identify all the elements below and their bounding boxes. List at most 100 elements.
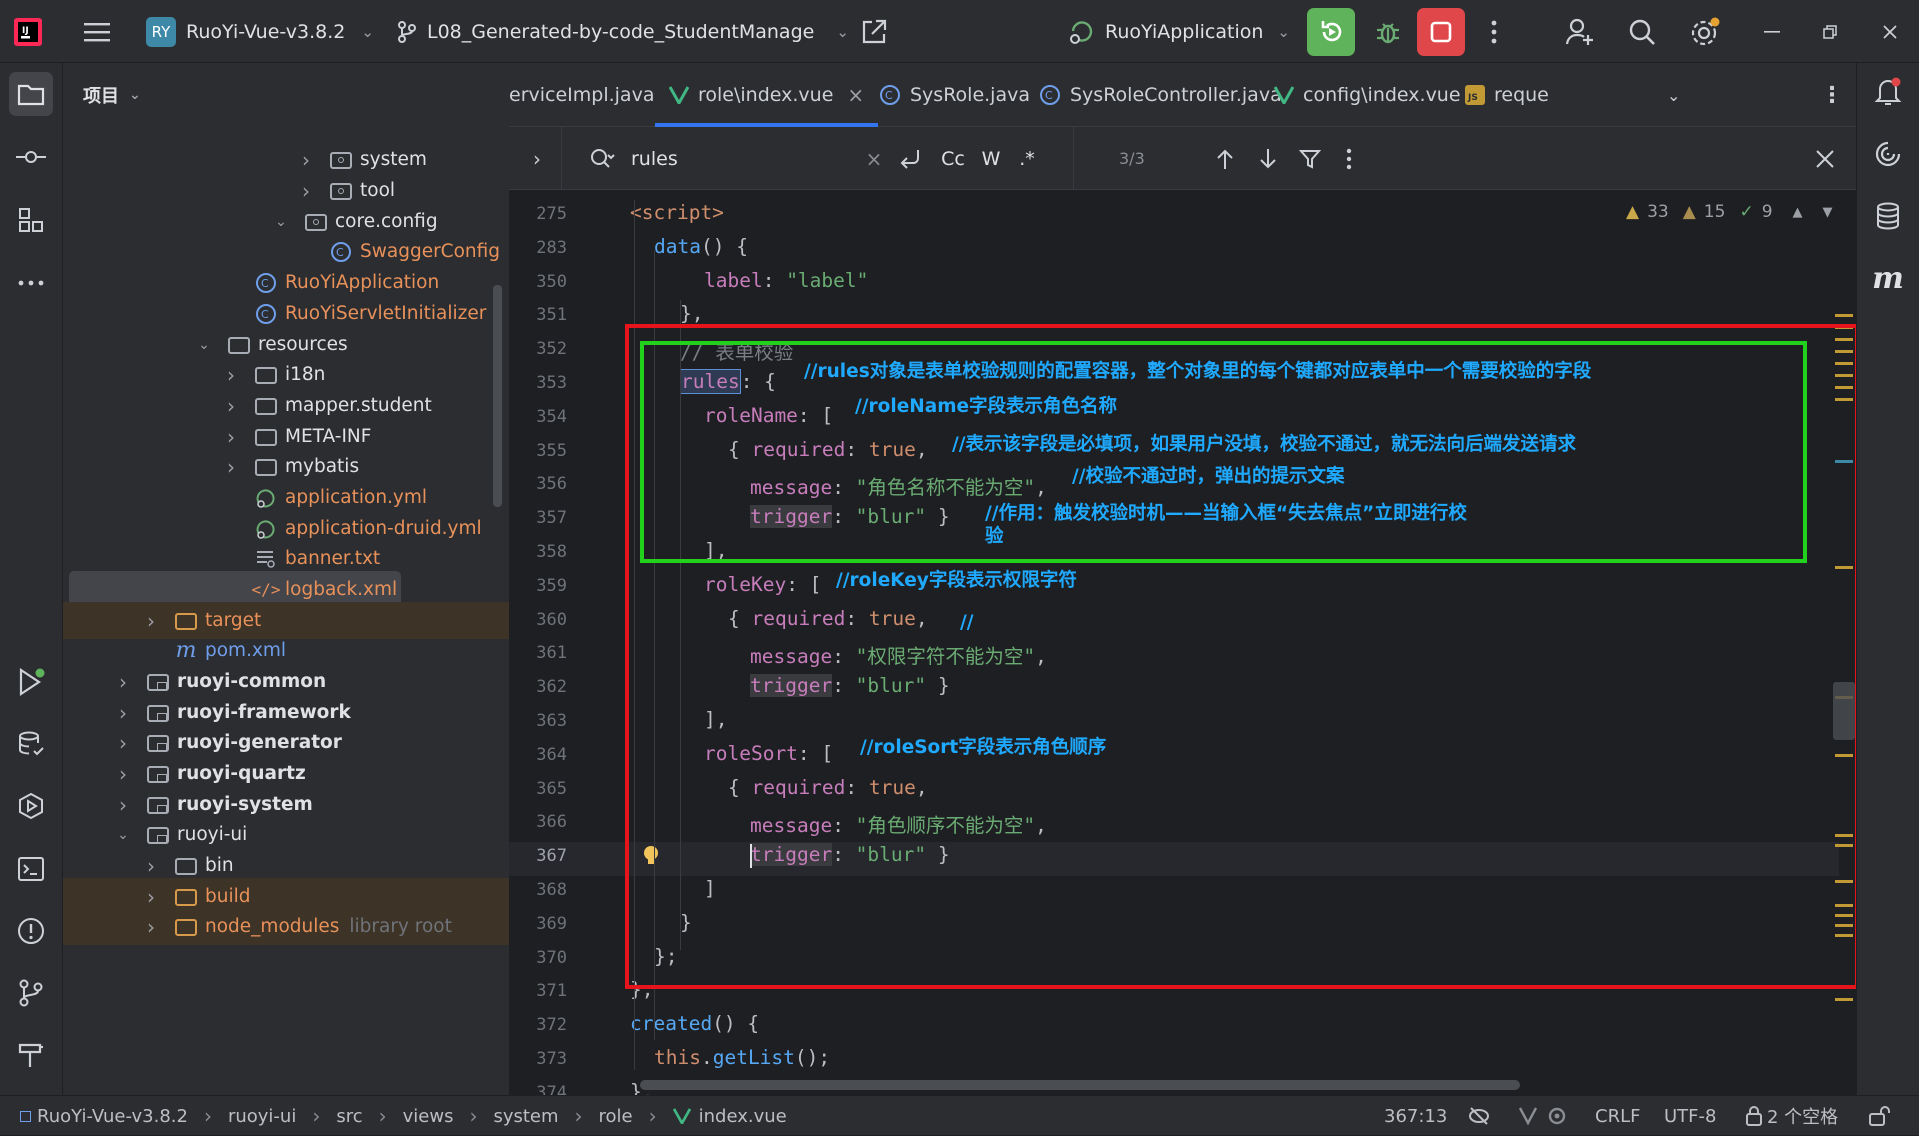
code-line[interactable]: } — [680, 911, 692, 934]
code-line[interactable]: { required: true, — [728, 776, 928, 799]
match-case-toggle[interactable]: Cc — [936, 143, 970, 175]
chevron-right-icon[interactable]: › — [143, 609, 159, 633]
chevron-down-icon[interactable]: ⌄ — [273, 214, 289, 230]
new-line-icon[interactable] — [894, 145, 926, 173]
chevron-right-icon[interactable]: › — [223, 363, 239, 387]
readonly-eye-icon[interactable] — [1468, 1096, 1490, 1136]
filter-icon[interactable] — [1294, 143, 1326, 175]
code-line[interactable]: message: "角色顺序不能为空", — [750, 809, 1047, 838]
chevron-right-icon[interactable]: › — [298, 148, 314, 172]
breadcrumb-item[interactable]: views — [403, 1106, 454, 1127]
services-tool-icon[interactable] — [14, 789, 48, 823]
database-tool-icon[interactable] — [14, 727, 48, 761]
chevron-right-icon[interactable]: › — [115, 670, 131, 694]
chevron-right-icon[interactable]: › — [223, 394, 239, 418]
code-line[interactable]: ], — [704, 708, 727, 731]
indent-setting[interactable]: 2 个空格 — [1745, 1096, 1838, 1136]
code-line[interactable]: trigger: "blur" } — [750, 505, 950, 529]
notifications-bell-icon[interactable] — [1871, 75, 1905, 109]
run-tool-icon[interactable] — [14, 665, 48, 699]
breadcrumb-item[interactable]: ruoyi-ui — [228, 1106, 296, 1127]
minimize-icon[interactable] — [1758, 20, 1786, 44]
chevron-up-icon[interactable]: ▲ — [1793, 205, 1803, 220]
search-history-icon[interactable] — [587, 145, 617, 173]
code-line[interactable]: // 表单校验 — [680, 336, 793, 365]
code-line[interactable]: <script> — [630, 201, 724, 224]
problems-tool-icon[interactable] — [14, 914, 48, 948]
line-separator[interactable]: CRLF — [1595, 1096, 1640, 1136]
code-line[interactable]: ] — [704, 877, 716, 900]
whole-words-toggle[interactable]: W — [976, 143, 1006, 175]
chevron-right-icon[interactable]: › — [143, 854, 159, 878]
settings-gear-icon[interactable] — [1685, 12, 1725, 52]
close-tab-icon[interactable]: × — [847, 83, 864, 107]
tree-scrollbar[interactable] — [493, 285, 502, 507]
regex-toggle[interactable]: .* — [1012, 143, 1042, 175]
restore-icon[interactable] — [1816, 20, 1844, 44]
chevron-right-icon[interactable]: › — [143, 885, 159, 909]
code-line[interactable]: }, — [680, 302, 703, 325]
code-line[interactable]: { required: true, — [728, 607, 928, 630]
tab-file[interactable]: config\index.vue — [1274, 63, 1461, 127]
debug-icon[interactable] — [1370, 14, 1406, 50]
more-actions-icon[interactable] — [1482, 14, 1506, 50]
project-panel-header[interactable]: 项目 ⌄ — [83, 63, 141, 127]
project-switcher[interactable]: RY RuoYi-Vue-v3.8.2 ⌄ — [146, 0, 374, 63]
commit-icon[interactable] — [14, 142, 48, 172]
code-line[interactable]: trigger: "blur" } — [750, 843, 950, 867]
tab-file[interactable]: erviceImpl.java — [509, 63, 654, 127]
caret-position[interactable]: 367:13 — [1384, 1096, 1447, 1136]
terminal-tool-icon[interactable] — [14, 852, 48, 886]
breadcrumb-item[interactable]: RuoYi-Vue-v3.8.2 — [37, 1106, 188, 1127]
code-line[interactable]: ], — [704, 539, 727, 562]
ai-assistant-icon[interactable] — [1871, 137, 1905, 171]
expand-replace-icon[interactable]: › — [525, 145, 549, 173]
more-tools-icon[interactable] — [14, 273, 48, 293]
stop-button[interactable] — [1417, 8, 1465, 56]
next-occurrence-icon[interactable] — [1252, 143, 1284, 175]
chevron-down-icon[interactable]: ⌄ — [196, 337, 212, 353]
tab-file[interactable]: C SysRole.java — [879, 63, 1030, 127]
error-stripe[interactable] — [1835, 314, 1853, 1004]
tab-active[interactable]: role\index.vue × — [655, 63, 879, 127]
chevron-right-icon[interactable]: › — [223, 455, 239, 479]
code-line[interactable]: { required: true, — [728, 438, 928, 461]
chevron-right-icon[interactable]: › — [223, 425, 239, 449]
code-line[interactable]: message: "角色名称不能为空", — [750, 471, 1047, 500]
code-line[interactable]: this.getList(); — [654, 1046, 830, 1069]
structure-icon[interactable] — [14, 203, 48, 237]
editor-vertical-scrollbar[interactable] — [1833, 682, 1855, 740]
inspections-widget[interactable]: ▲ 33 ▲ 15 ✓ 9 ▲ ▼ — [1626, 197, 1833, 227]
chevron-right-icon[interactable]: › — [115, 762, 131, 786]
code-line[interactable]: rules: { — [680, 369, 776, 394]
breadcrumb-item[interactable]: role — [599, 1106, 633, 1127]
find-more-icon[interactable] — [1337, 143, 1361, 175]
chevron-right-icon[interactable]: › — [115, 793, 131, 817]
code-line[interactable]: created() { — [630, 1012, 759, 1035]
file-encoding[interactable]: UTF-8 — [1664, 1096, 1716, 1136]
main-menu-icon[interactable] — [80, 18, 114, 46]
add-user-icon[interactable] — [1562, 14, 1598, 50]
code-line[interactable]: roleKey: [ — [704, 573, 821, 596]
code-line[interactable]: }; — [654, 945, 677, 968]
build-hammer-icon[interactable] — [14, 1038, 48, 1072]
chevron-right-icon[interactable]: › — [298, 179, 314, 203]
intention-bulb-icon[interactable] — [642, 845, 660, 867]
breadcrumb-item[interactable]: src — [336, 1106, 362, 1127]
editor-horizontal-scrollbar[interactable] — [640, 1080, 1520, 1090]
tab-file[interactable]: JS reque — [1465, 63, 1549, 127]
tabs-more-icon[interactable]: ⋮ — [1821, 63, 1843, 127]
run-config-switcher[interactable]: RuoYiApplication ⌄ — [1067, 0, 1290, 63]
close-find-icon[interactable] — [1809, 143, 1841, 175]
previous-occurrence-icon[interactable] — [1209, 143, 1241, 175]
search-icon[interactable] — [1624, 14, 1660, 50]
close-window-icon[interactable] — [1876, 20, 1904, 44]
maven-icon[interactable]: m — [1871, 261, 1905, 296]
project-tool-button[interactable] — [9, 72, 53, 116]
chevron-right-icon[interactable]: › — [115, 701, 131, 725]
code-line[interactable]: roleSort: [ — [704, 742, 833, 765]
clear-search-icon[interactable]: × — [863, 147, 885, 171]
chevron-down-icon[interactable]: ▼ — [1823, 205, 1833, 220]
rerun-button[interactable] — [1307, 8, 1355, 56]
external-link-icon[interactable] — [858, 16, 890, 48]
